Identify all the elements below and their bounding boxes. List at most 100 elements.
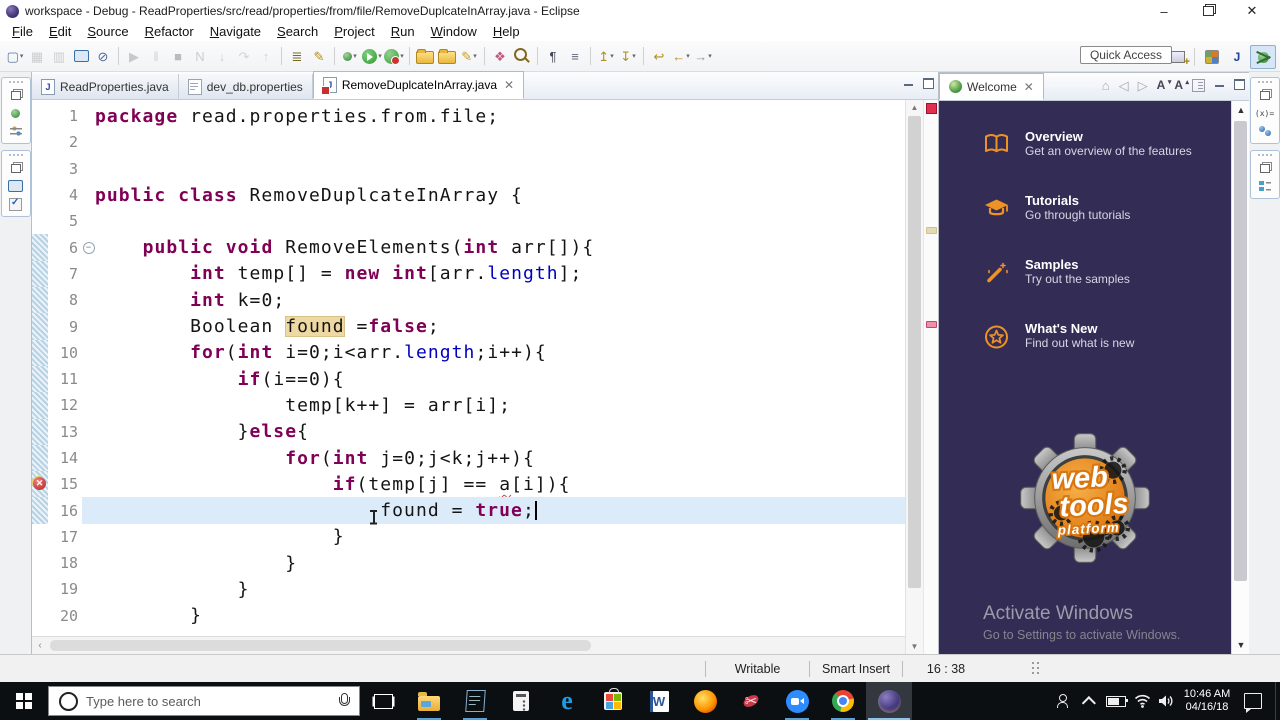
code-line-21[interactable]: 21 — [32, 629, 905, 636]
dropdown-arrow-icon[interactable]: ▾ — [378, 52, 382, 60]
reduce-text-icon[interactable]: A▾ — [1157, 78, 1166, 92]
debug-perspective-button[interactable] — [1250, 45, 1276, 69]
code-line-4[interactable]: 4public class RemoveDuplcateInArray { — [32, 182, 905, 208]
forward-button[interactable]: →▾ — [693, 45, 713, 67]
dropdown-arrow-icon[interactable]: ▾ — [632, 52, 636, 60]
change-annotation-gutter[interactable] — [32, 392, 48, 418]
edge-button[interactable]: e — [544, 682, 590, 720]
scroll-left-icon[interactable]: ‹ — [32, 640, 48, 651]
outline-icon[interactable] — [1257, 179, 1273, 193]
suspend-button[interactable]: ‖ — [146, 45, 166, 67]
menu-item-project[interactable]: Project — [326, 23, 382, 40]
close-icon[interactable]: ✕ — [1024, 80, 1034, 94]
change-annotation-gutter[interactable] — [32, 313, 48, 339]
minimize-editor-icon[interactable] — [904, 78, 913, 87]
task-view-button[interactable] — [360, 682, 406, 720]
taskbar-search[interactable]: Type here to search — [48, 686, 360, 716]
scroll-up-icon[interactable]: ▲ — [1233, 105, 1249, 115]
step-return-button[interactable]: ↑ — [256, 45, 276, 67]
folding-gutter[interactable]: − — [82, 242, 95, 254]
battery-icon[interactable] — [1104, 682, 1128, 720]
open-element-button[interactable] — [437, 45, 457, 67]
code-line-13[interactable]: 13 }else{ — [32, 419, 905, 445]
wifi-icon[interactable] — [1130, 682, 1154, 720]
dropdown-arrow-icon[interactable]: ▾ — [610, 52, 614, 60]
horizontal-scrollbar[interactable]: ‹ — [32, 636, 905, 654]
code-line-18[interactable]: 18 } — [32, 550, 905, 576]
code-line-10[interactable]: 10 for(int i=0;i<arr.length;i++){ — [32, 340, 905, 366]
change-annotation-gutter[interactable] — [32, 208, 48, 234]
change-annotation-gutter[interactable] — [32, 497, 48, 523]
step-into-button[interactable]: ↓ — [212, 45, 232, 67]
change-annotation-gutter[interactable] — [32, 129, 48, 155]
restore-icon[interactable] — [8, 88, 24, 102]
code-line-9[interactable]: 9 Boolean found =false; — [32, 313, 905, 339]
welcome-item-overview[interactable]: OverviewGet an overview of the features — [939, 111, 1231, 175]
microphone-icon[interactable] — [338, 693, 349, 709]
maximize-welcome-icon[interactable] — [1234, 79, 1245, 90]
code-line-12[interactable]: 12 temp[k++] = arr[i]; — [32, 392, 905, 418]
highlighter-button[interactable]: ✎▾ — [459, 45, 479, 67]
tab-welcome[interactable]: Welcome ✕ — [939, 73, 1044, 100]
drag-handle[interactable] — [1258, 81, 1272, 83]
drag-handle[interactable] — [1258, 154, 1272, 156]
show-whitespace-button[interactable]: ¶ — [543, 45, 563, 67]
code-line-16[interactable]: 16 found = true; — [32, 497, 905, 523]
menu-item-run[interactable]: Run — [383, 23, 423, 40]
new-java-project-button[interactable] — [415, 45, 435, 67]
dropdown-arrow-icon[interactable]: ▾ — [353, 52, 357, 60]
vertical-scroll-thumb[interactable] — [908, 116, 921, 588]
change-annotation-gutter[interactable]: ✕ — [32, 471, 48, 497]
welcome-item-samples[interactable]: SamplesTry out the samples — [939, 239, 1231, 303]
action-center-icon[interactable] — [1240, 682, 1266, 720]
open-console-button[interactable] — [71, 45, 91, 67]
maximize-editor-icon[interactable] — [923, 78, 934, 89]
notepad-button[interactable] — [452, 682, 498, 720]
save-all-button[interactable]: ▥ — [49, 45, 69, 67]
restore-icon[interactable] — [1257, 88, 1273, 102]
welcome-item-what-s-new[interactable]: What's NewFind out what is new — [939, 303, 1231, 367]
file-explorer-button[interactable] — [406, 682, 452, 720]
change-annotation-gutter[interactable] — [32, 524, 48, 550]
change-annotation-gutter[interactable] — [32, 103, 48, 129]
occurrence-marker[interactable] — [926, 227, 937, 234]
store-button[interactable] — [590, 682, 636, 720]
next-annotation-button[interactable]: ↧▾ — [618, 45, 638, 67]
tab-dev-db-properties[interactable]: dev_db.properties — [179, 74, 313, 99]
minimize-button[interactable]: – — [1142, 0, 1186, 22]
variables-icon[interactable]: (x)= — [1257, 106, 1273, 120]
debug-button[interactable]: ▾ — [340, 45, 360, 67]
terminate-button[interactable]: ■ — [168, 45, 188, 67]
welcome-item-tutorials[interactable]: TutorialsGo through tutorials — [939, 175, 1231, 239]
back-icon[interactable]: ◁ — [1119, 79, 1129, 92]
menu-item-file[interactable]: File — [4, 23, 41, 40]
change-annotation-gutter[interactable] — [32, 419, 48, 445]
menu-item-help[interactable]: Help — [485, 23, 528, 40]
calculator-button[interactable] — [498, 682, 544, 720]
word-button[interactable]: W — [636, 682, 682, 720]
code-line-15[interactable]: ✕15 if(temp[j] == a[i]){ — [32, 471, 905, 497]
code-line-19[interactable]: 19 } — [32, 576, 905, 602]
eclipse-button[interactable] — [866, 682, 912, 720]
restore-icon[interactable] — [1257, 161, 1273, 175]
disconnect-button[interactable]: N — [190, 45, 210, 67]
resume-button[interactable]: ▶ — [124, 45, 144, 67]
volume-icon[interactable] — [1154, 682, 1178, 720]
dropdown-arrow-icon[interactable]: ▾ — [20, 52, 24, 60]
step-filters-button[interactable]: ✎ — [309, 45, 329, 67]
welcome-scroll-thumb[interactable] — [1234, 121, 1247, 581]
skip-breakpoints-button[interactable]: ⊘ — [93, 45, 113, 67]
search-button[interactable] — [512, 45, 532, 67]
zoom-button[interactable] — [774, 682, 820, 720]
close-button[interactable]: ✕ — [1230, 0, 1274, 22]
tab-removeduplcateinarray-java[interactable]: JRemoveDuplcateInArray.java✕ — [313, 71, 524, 99]
menu-item-edit[interactable]: Edit — [41, 23, 79, 40]
java-perspective-button[interactable]: J — [1225, 46, 1249, 68]
code-line-20[interactable]: 20 } — [32, 603, 905, 629]
tab-readproperties-java[interactable]: JReadProperties.java — [32, 74, 179, 99]
scroll-down-icon[interactable]: ▼ — [906, 642, 923, 651]
minimize-welcome-icon[interactable] — [1215, 79, 1224, 88]
scroll-up-icon[interactable]: ▲ — [906, 103, 923, 112]
horizontal-scroll-thumb[interactable] — [50, 640, 591, 651]
run-button[interactable]: ▾ — [362, 45, 382, 67]
